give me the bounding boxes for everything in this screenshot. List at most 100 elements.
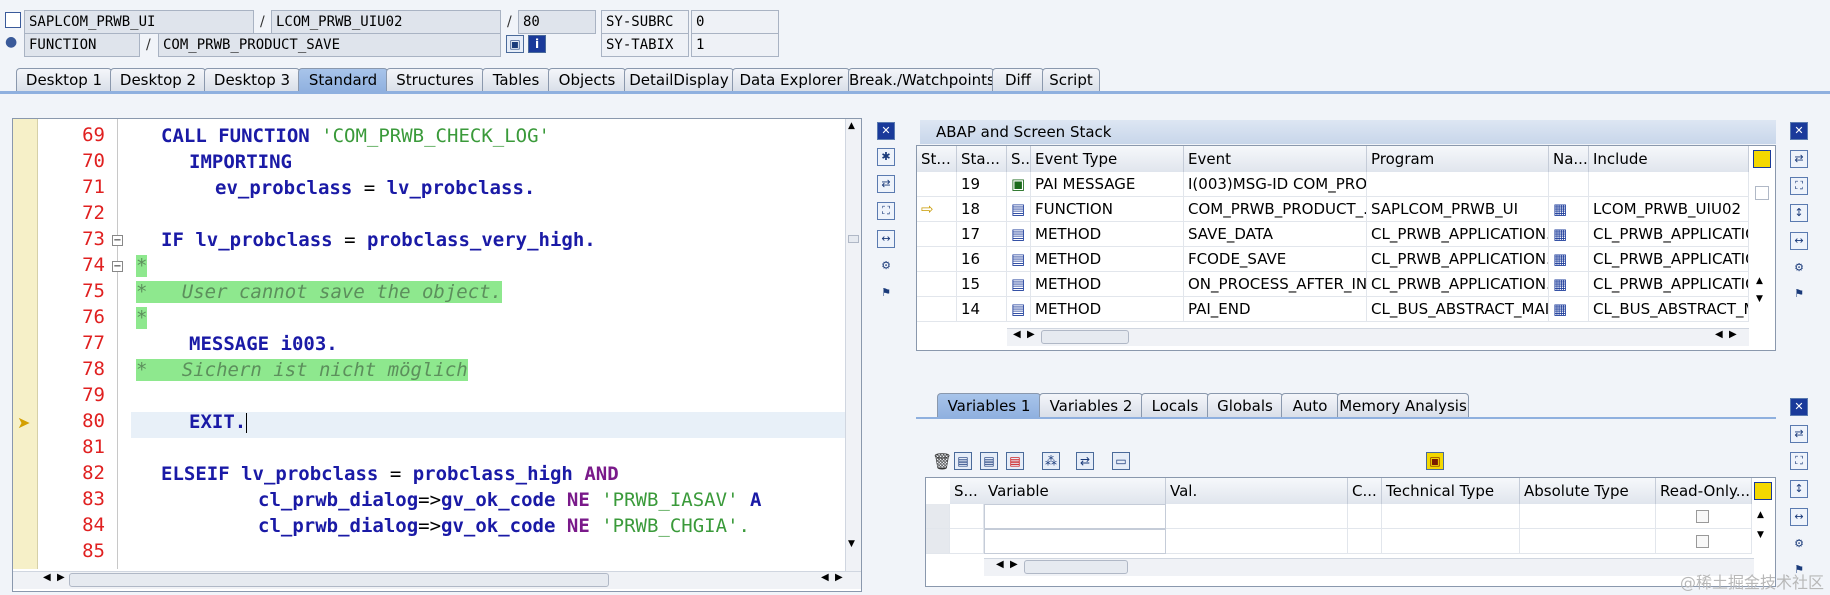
tab-desktop-2[interactable]: Desktop 2 — [110, 68, 206, 92]
tool-services-icon[interactable]: ⚑ — [1790, 286, 1808, 304]
info-icon[interactable]: i — [528, 35, 546, 53]
tab-breakpoints[interactable]: Break./Watchpoints — [848, 68, 995, 92]
save-icon[interactable]: ▣ — [1426, 452, 1444, 470]
scroll-left-icon[interactable]: ◀ — [43, 572, 51, 583]
tab-variables-2[interactable]: Variables 2 — [1039, 393, 1143, 418]
delete-icon[interactable]: 🗑 — [932, 452, 952, 471]
resize-icon[interactable]: ↔ — [1790, 508, 1808, 526]
transfer-icon[interactable]: ⇄ — [1076, 452, 1094, 470]
col-header[interactable]: Technical Type — [1382, 478, 1520, 504]
navigate-icon[interactable]: ▦ — [1549, 297, 1589, 322]
swap-tool-icon[interactable]: ⇄ — [1790, 150, 1808, 168]
display-object-icon[interactable]: ▣ — [506, 35, 524, 53]
col-header[interactable]: Val. — [1166, 478, 1348, 504]
sysfield-name-2[interactable]: SY-TABIX — [601, 33, 689, 57]
tab-memory-analysis[interactable]: Memory Analysis — [1337, 393, 1469, 418]
read-only-checkbox[interactable] — [1696, 535, 1709, 548]
tab-diff[interactable]: Diff — [992, 68, 1044, 92]
tab-locals[interactable]: Locals — [1141, 393, 1209, 418]
layout-icon[interactable] — [1753, 150, 1771, 168]
scroll-right-icon[interactable]: ▶ — [835, 572, 843, 583]
scroll-thumb[interactable] — [848, 235, 859, 243]
scroll-left-icon[interactable]: ◀ — [821, 572, 829, 583]
resize-vertical-icon[interactable]: ↕ — [1790, 480, 1808, 498]
col-header[interactable]: Na... — [1549, 146, 1589, 172]
editor-vertical-scrollbar[interactable]: ▲ ▼ — [845, 119, 861, 571]
row-selector[interactable] — [926, 504, 950, 529]
tab-detaildisplay[interactable]: DetailDisplay — [624, 68, 734, 92]
scroll-left-icon[interactable]: ◀ — [1715, 329, 1723, 340]
col-header[interactable]: St... — [917, 146, 957, 172]
new-tool-icon[interactable]: ✱ — [877, 148, 895, 166]
variable-input[interactable] — [984, 529, 1166, 554]
col-header[interactable]: Absolute Type — [1520, 478, 1656, 504]
resize-vertical-icon[interactable]: ↕ — [1790, 204, 1808, 222]
source-editor[interactable]: 69 70 71 72 73 74 75 76 77 78 79 80 81 8… — [12, 118, 862, 592]
new-icon[interactable]: ▤ — [954, 452, 972, 470]
tab-data-explorer[interactable]: Data Explorer — [732, 68, 850, 92]
include-field[interactable]: LCOM_PRWB_UIU02 — [271, 10, 501, 34]
scroll-left-icon[interactable]: ◀ — [1013, 329, 1021, 340]
row-selector[interactable] — [926, 529, 950, 554]
event-field[interactable]: COM_PRWB_PRODUCT_SAVE — [158, 33, 501, 57]
scroll-thumb[interactable] — [1041, 330, 1129, 344]
col-header[interactable]: Program — [1367, 146, 1549, 172]
variables-table[interactable]: S... Variable Val. C... Technical Type A… — [925, 477, 1776, 587]
line-field[interactable]: 80 — [518, 10, 596, 34]
scroll-down-icon[interactable]: ▼ — [1757, 530, 1764, 540]
tab-standard[interactable]: Standard — [298, 68, 388, 92]
col-header[interactable]: S... — [1007, 146, 1031, 172]
resize-icon[interactable]: ↔ — [877, 230, 895, 248]
scroll-down-icon[interactable]: ▼ — [1756, 294, 1763, 304]
col-header[interactable]: Include — [1589, 146, 1749, 172]
navigate-icon[interactable]: ▦ — [1549, 272, 1589, 297]
variable-input[interactable] — [984, 504, 1166, 529]
fold-toggle-icon[interactable]: − — [112, 235, 123, 246]
close-icon[interactable]: ✕ — [1790, 122, 1808, 140]
program-field[interactable]: SAPLCOM_PRWB_UI — [24, 10, 254, 34]
tab-tables[interactable]: Tables — [482, 68, 550, 92]
stack-table[interactable]: St... Sta... S... Event Type Event Progr… — [916, 145, 1776, 351]
col-header[interactable]: Variable — [984, 478, 1166, 504]
scroll-thumb[interactable] — [69, 573, 609, 587]
tab-auto[interactable]: Auto — [1281, 393, 1339, 418]
col-header[interactable]: C... — [1348, 478, 1382, 504]
breakpoint-gutter[interactable] — [13, 119, 38, 569]
navigate-icon[interactable]: ▦ — [1549, 247, 1589, 272]
scroll-up-icon[interactable]: ▲ — [1756, 276, 1763, 286]
swap-tool-icon[interactable]: ⇄ — [1790, 425, 1808, 443]
scroll-right-icon[interactable]: ▶ — [57, 572, 65, 583]
fold-toggle-icon[interactable]: − — [112, 261, 123, 272]
tab-globals[interactable]: Globals — [1207, 393, 1283, 418]
services-icon[interactable]: ⚙ — [1790, 260, 1808, 278]
scroll-left-icon[interactable]: ◀ — [996, 559, 1004, 570]
tool-services-icon[interactable]: ⚑ — [877, 285, 895, 303]
maximize-icon[interactable]: ⛶ — [1790, 177, 1808, 195]
folder-icon[interactable]: ▭ — [1112, 452, 1130, 470]
tab-objects[interactable]: Objects — [548, 68, 626, 92]
swap-tool-icon[interactable]: ⇄ — [877, 175, 895, 193]
scroll-up-icon[interactable]: ▲ — [1757, 510, 1764, 520]
scroll-right-icon[interactable]: ▶ — [1010, 559, 1018, 570]
services-icon[interactable]: ⚙ — [1790, 536, 1808, 554]
resize-icon[interactable]: ↔ — [1790, 232, 1808, 250]
tab-desktop-1[interactable]: Desktop 1 — [16, 68, 112, 92]
scroll-right-icon[interactable]: ▶ — [1729, 329, 1737, 340]
scroll-right-icon[interactable]: ▶ — [1027, 329, 1035, 340]
navigate-icon[interactable]: ▦ — [1549, 197, 1589, 222]
tab-script[interactable]: Script — [1042, 68, 1100, 92]
scroll-thumb[interactable] — [1755, 186, 1769, 200]
col-header[interactable]: Event — [1184, 146, 1367, 172]
maximize-icon[interactable]: ⛶ — [1790, 452, 1808, 470]
services-icon[interactable]: ⚙ — [877, 258, 895, 276]
scroll-thumb[interactable] — [1024, 560, 1128, 574]
stack-horizontal-scrollbar[interactable]: ◀ ▶ ◀ ▶ — [1007, 328, 1749, 346]
close-icon[interactable]: ✕ — [877, 122, 895, 140]
tree-icon[interactable]: ⁂ — [1042, 452, 1060, 470]
import-icon[interactable]: ▤ — [980, 452, 998, 470]
tab-desktop-3[interactable]: Desktop 3 — [204, 68, 300, 92]
maximize-icon[interactable]: ⛶ — [877, 202, 895, 220]
read-only-checkbox[interactable] — [1696, 510, 1709, 523]
editor-horizontal-scrollbar[interactable]: ◀ ▶ ◀ ▶ — [13, 571, 861, 589]
scroll-down-icon[interactable]: ▼ — [848, 539, 855, 549]
